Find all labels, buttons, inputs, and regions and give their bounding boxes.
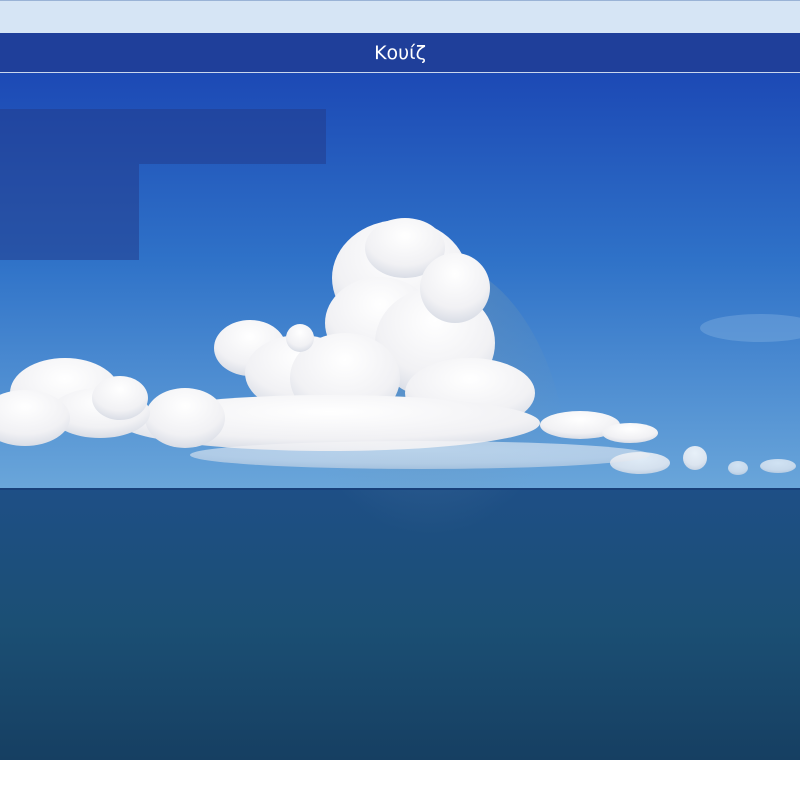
top-strip: [0, 0, 800, 33]
overlay-box-2: [0, 164, 139, 260]
overlay-box-1: [0, 109, 326, 164]
quiz-image: [0, 73, 800, 760]
page-title: Κουίζ: [374, 41, 426, 64]
bottom-strip: [0, 760, 800, 800]
title-bar: Κουίζ: [0, 33, 800, 73]
